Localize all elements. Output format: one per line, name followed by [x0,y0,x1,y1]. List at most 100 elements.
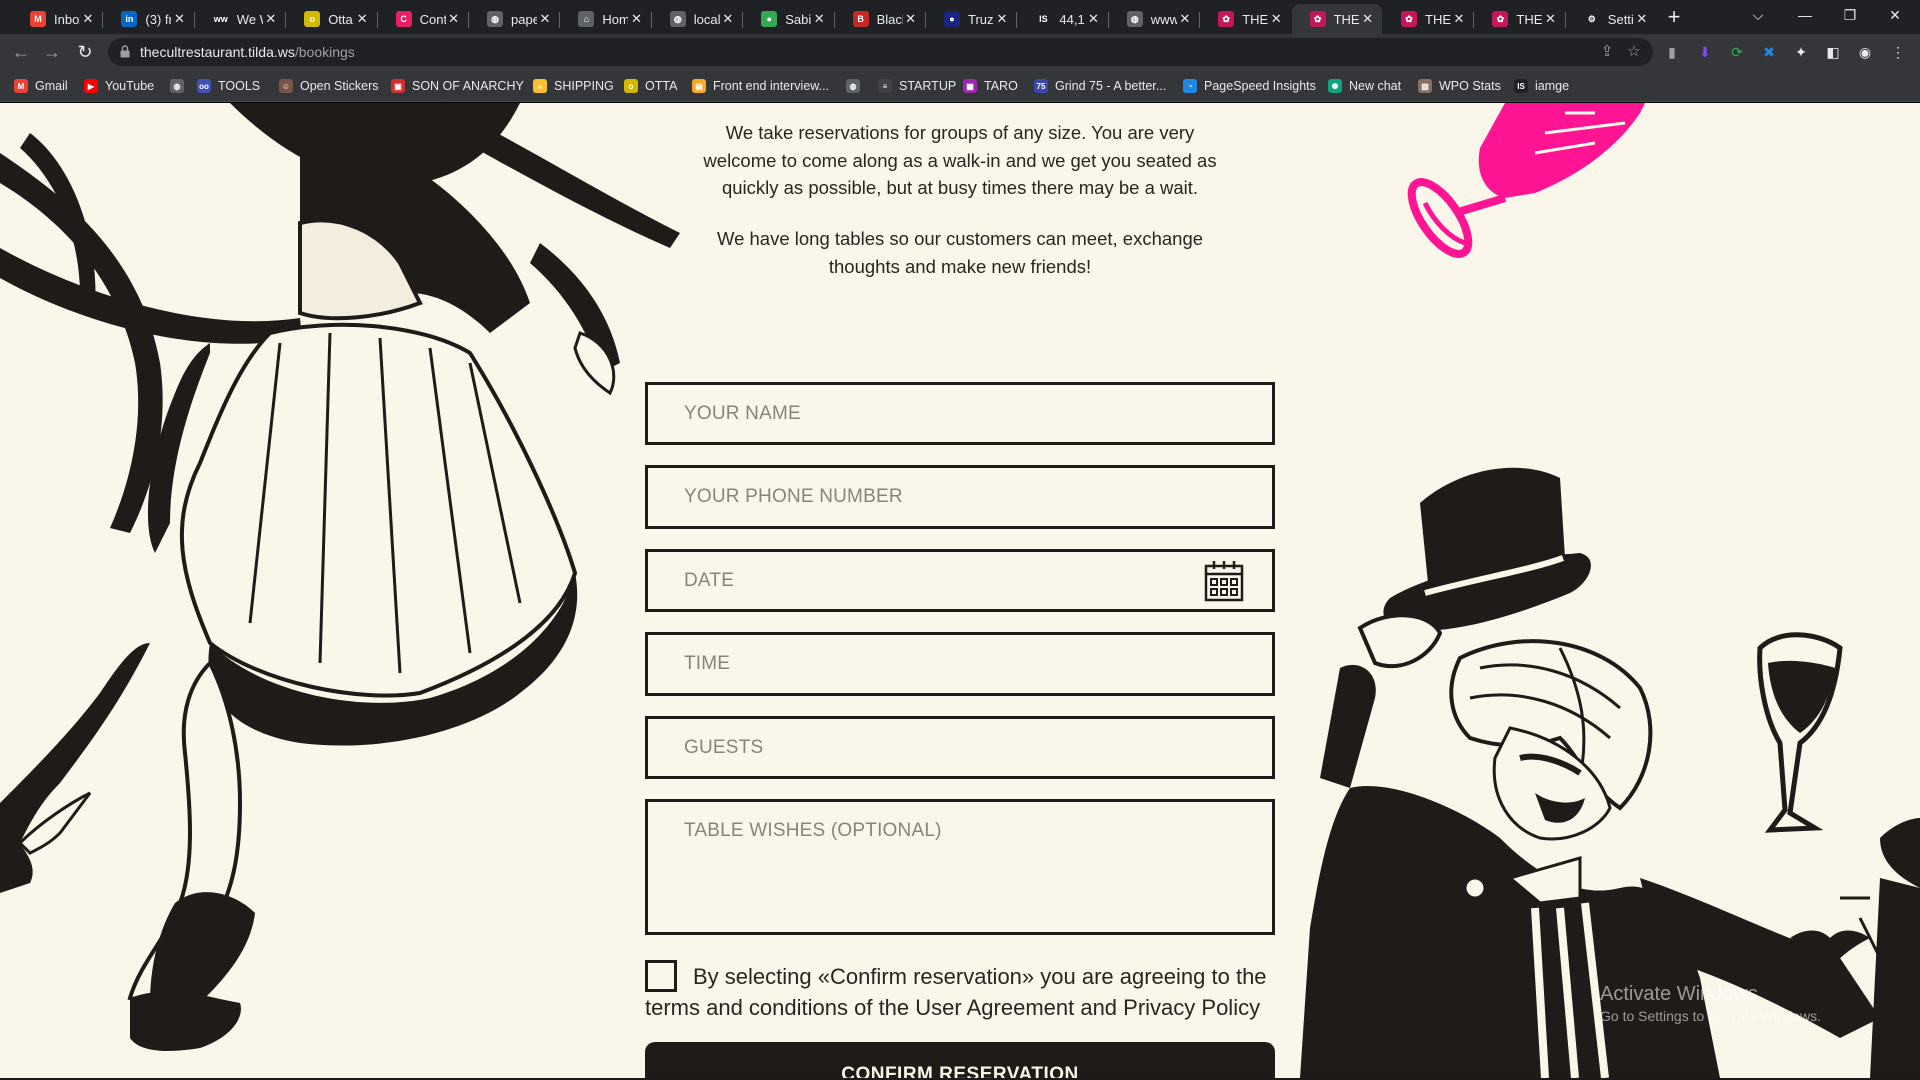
tab-separator [1107,12,1109,28]
back-icon[interactable]: ← [9,40,33,64]
menu-kebab-icon[interactable]: ⋮ [1888,42,1908,62]
table-wishes-textarea[interactable] [648,802,1272,932]
close-tab-icon[interactable]: ✕ [1634,11,1650,27]
tab-label: locali [693,11,720,27]
close-tab-icon[interactable]: ✕ [1542,11,1558,27]
close-tab-icon[interactable]: ✕ [263,11,279,27]
close-tab-icon[interactable]: ✕ [811,11,827,27]
tab-separator [376,12,378,28]
browser-tab[interactable]: ✿ THE ✕ [1383,4,1473,34]
tab-label: (3) fr [145,11,172,27]
globe-icon: ◍ [669,11,686,27]
bookmark-label: New chat [1349,79,1402,93]
close-tab-icon[interactable]: ✕ [994,11,1010,27]
close-tab-icon[interactable]: ✕ [80,11,96,27]
bookmark-label: PageSpeed Insights [1204,79,1316,93]
is-icon: IS [1514,79,1528,93]
bookmark-item[interactable]: ≡ STARTUP [878,78,956,94]
close-tab-icon[interactable]: ✕ [171,11,187,27]
activate-windows-watermark: Activate Windows Go to Settings to activ… [1600,983,1821,1024]
name-input[interactable] [648,385,1272,442]
bookmark-item[interactable]: ▶ YouTube [84,78,154,94]
bookmark-item[interactable]: o OTTA [624,78,677,94]
address-bar[interactable]: thecultrestaurant.tilda.ws/bookings ⇪ ☆ [108,38,1653,66]
date-input[interactable] [648,552,1272,609]
tab-label: THE [1333,11,1360,27]
otta-icon: o [624,79,638,93]
guests-input[interactable] [648,719,1272,776]
bookmark-item[interactable]: ▣ SON OF ANARCHY [391,78,524,94]
close-tab-icon[interactable]: ✕ [1085,11,1101,27]
toolbar: ← → ↻ thecultrestaurant.tilda.ws/booking… [0,34,1920,70]
close-tab-icon[interactable]: ✕ [1360,11,1376,27]
tab-search-chevron-icon[interactable]: ⌵ [1738,4,1778,26]
bookmark-item[interactable]: 75 Grind 75 - A better... [1034,78,1166,94]
calendar-icon[interactable] [1204,560,1244,602]
bookmark-item[interactable]: IS iamge [1514,78,1569,94]
browser-tab[interactable]: M Inbox✕ [12,4,102,34]
browser-tab[interactable]: ✿ THE ✕ [1200,4,1290,34]
restore-button[interactable]: ❐ [1830,4,1870,26]
profile-avatar-icon[interactable]: ◉ [1855,42,1875,62]
browser-tab[interactable]: in (3) fr ✕ [103,4,193,34]
bookmark-item[interactable]: ✺ New chat [1328,78,1401,94]
close-tab-icon[interactable]: ✕ [537,11,553,27]
bookmark-item[interactable]: ▨ WPO Stats [1418,78,1501,94]
browser-tab[interactable]: ✿ THE ✕ [1291,4,1382,34]
browser-tab[interactable]: ● Sabi ✕ [743,4,833,34]
browser-tab[interactable]: o Otta ✕ [286,4,376,34]
bookmark-label: OTTA [645,79,678,93]
close-tab-icon[interactable]: ✕ [720,11,736,27]
extension-mic-icon[interactable]: ▮ [1662,42,1682,62]
close-tab-icon[interactable]: ✕ [1177,11,1193,27]
browser-tab[interactable]: ◍ locali✕ [652,4,742,34]
tab-separator [742,12,744,28]
forward-icon[interactable]: → [40,40,64,64]
bookmark-label: SHIPPING [554,79,614,93]
bookmark-item[interactable]: M Gmail [14,78,68,94]
bookmark-item[interactable]: ☺ Open Stickers [279,78,379,94]
close-tab-icon[interactable]: ✕ [903,11,919,27]
tab-label: www [1150,11,1177,27]
browser-tab[interactable]: ◍ pape ✕ [469,4,559,34]
tab-label: Cont [419,11,446,27]
bookmark-label: YouTube [105,79,155,93]
bookmark-star-icon[interactable]: ☆ [1625,43,1643,61]
bookmark-item[interactable]: ◔ PageSpeed Insights [1183,78,1316,94]
bookmark-item[interactable]: ◍ [170,78,191,94]
close-tab-icon[interactable]: ✕ [1268,11,1284,27]
confirm-reservation-button[interactable]: CONFIRM RESERVATION [645,1042,1275,1078]
bookmark-item[interactable]: ◍ [846,78,867,94]
close-tab-icon[interactable]: ✕ [628,11,644,27]
browser-tab[interactable]: ✿ THE ✕ [1474,4,1564,34]
browser-tab[interactable]: ● Truza✕ [926,4,1016,34]
bookmark-item[interactable]: » SHIPPING [533,78,614,94]
minimize-button[interactable]: — [1785,4,1825,26]
phone-input[interactable] [648,468,1272,526]
close-tab-icon[interactable]: ✕ [354,11,370,27]
browser-tab[interactable]: ww We W✕ [195,4,285,34]
reload-icon[interactable]: ↻ [73,40,97,64]
close-window-button[interactable]: ✕ [1875,4,1915,26]
extension-refresh-icon[interactable]: ⟳ [1727,42,1747,62]
tab-label: THE [1242,11,1269,27]
extensions-puzzle-icon[interactable]: ✦ [1791,42,1811,62]
bookmark-item[interactable]: oo TOOLS [197,78,260,94]
extension-download-icon[interactable]: ⬇ [1695,42,1715,62]
browser-tab[interactable]: ⌂ Hom ✕ [560,4,650,34]
time-input[interactable] [648,635,1272,693]
close-tab-icon[interactable]: ✕ [1451,11,1467,27]
bookmark-item[interactable]: ▦ TARO [963,78,1018,94]
browser-tab[interactable]: ◍ www ✕ [1109,4,1199,34]
browser-tab[interactable]: IS 44,10✕ [1017,4,1107,34]
browser-tab[interactable]: C Cont ✕ [378,4,468,34]
close-tab-icon[interactable]: ✕ [446,11,462,27]
bookmark-item[interactable]: ▤ Front end interview... [692,78,829,94]
new-tab-button[interactable]: + [1661,5,1687,31]
browser-tab[interactable]: B Black✕ [835,4,925,34]
side-panel-icon[interactable]: ◧ [1823,42,1843,62]
share-icon[interactable]: ⇪ [1598,43,1616,61]
extension-x-icon[interactable]: ✖ [1759,42,1779,62]
browser-tab[interactable]: ⚙ Setti ✕ [1566,4,1656,34]
tab-separator [925,12,926,28]
